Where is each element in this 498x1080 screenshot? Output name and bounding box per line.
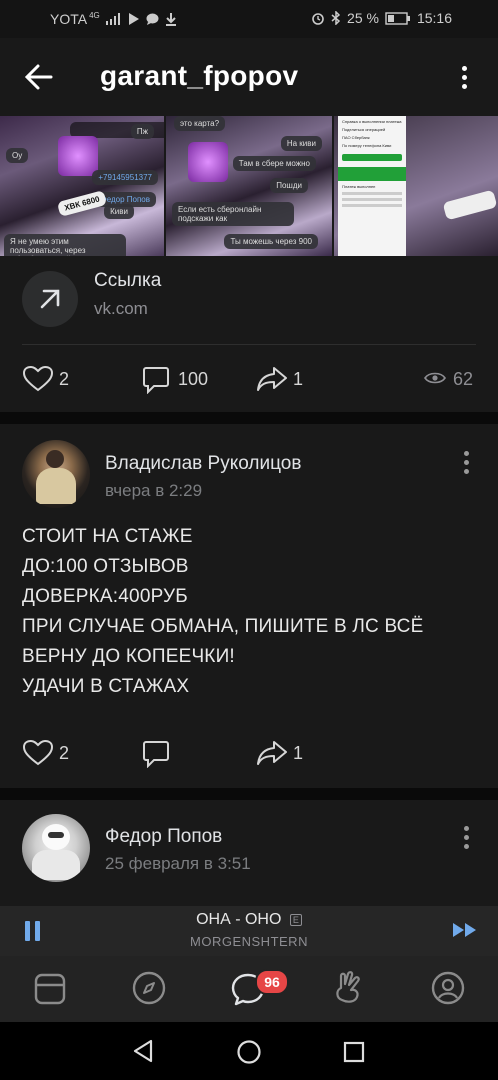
more-vertical-icon[interactable] xyxy=(462,66,468,93)
discover-tab-icon[interactable] xyxy=(132,971,166,1005)
arrow-up-right-icon xyxy=(40,289,60,309)
status-bar: YOTA 4G 25 % 15:16 xyxy=(0,0,498,38)
post-text-line: УДАЧИ В СТАЖАХ xyxy=(22,676,190,697)
post-text-line: ДОВЕРКА:400РУБ xyxy=(22,586,188,607)
gallery-image-2[interactable]: это карта? На киви Там в сбере можно Пош… xyxy=(166,116,332,256)
system-nav-bar xyxy=(0,1022,498,1080)
comment-icon[interactable] xyxy=(142,366,170,394)
receipt-row: Справка о выполнении платежа xyxy=(342,119,402,124)
views-icon xyxy=(424,372,446,384)
track-title: ОНА - ОНО xyxy=(196,911,282,928)
post-text: СТОИТ НА СТАЖЕ ДО:100 ОТЗЫВОВ ДОВЕРКА:40… xyxy=(22,522,424,702)
back-nav-icon[interactable] xyxy=(132,1039,154,1063)
chat-bubble: Там в сбере можно xyxy=(232,156,316,171)
clock: 15:16 xyxy=(416,10,452,26)
chat-bubble: Пошди xyxy=(270,178,308,193)
divider xyxy=(22,344,476,345)
audio-player[interactable]: ОНА - ОНО E MORGENSHTERN xyxy=(0,906,498,956)
play-store-icon xyxy=(128,13,139,25)
like-icon[interactable] xyxy=(23,740,53,766)
home-nav-icon[interactable] xyxy=(236,1039,262,1065)
receipt-row: По номеру телефона Киви xyxy=(342,143,392,148)
more-vertical-icon[interactable] xyxy=(464,826,470,853)
avatar[interactable] xyxy=(22,814,90,882)
signal-icon xyxy=(105,13,120,25)
status-right: 25 % 15:16 xyxy=(311,10,452,26)
alarm-icon xyxy=(312,13,324,25)
comment-icon[interactable] xyxy=(142,740,170,768)
profile-tab-icon[interactable] xyxy=(431,971,465,1005)
more-vertical-icon[interactable] xyxy=(464,451,470,478)
carrier-label: YOTA xyxy=(50,11,88,27)
bottom-tab-bar: 96 xyxy=(0,956,498,1022)
recents-nav-icon[interactable] xyxy=(343,1041,365,1063)
avatar[interactable] xyxy=(22,440,90,508)
post-date: 25 февраля в 3:51 xyxy=(105,854,251,873)
comments-count: 100 xyxy=(178,369,209,389)
post-text-line: ВЕРНУ ДО КОПЕЕЧКИ! xyxy=(22,646,235,667)
chat-bubble: На киви xyxy=(280,136,322,151)
shares-count: 1 xyxy=(293,743,304,763)
car-plate: ХВК 6800 xyxy=(56,190,108,217)
page-title: garant_fpopov xyxy=(100,60,299,91)
services-tab-icon[interactable] xyxy=(332,970,368,1006)
battery-percent: 25 % xyxy=(347,10,379,26)
shares-count: 1 xyxy=(293,369,304,389)
views-count: 62 xyxy=(453,369,474,389)
network-label: 4G xyxy=(89,10,100,20)
chat-bubble: +79145951377 xyxy=(92,170,158,185)
chat-notification-icon xyxy=(146,13,159,25)
post-text-line: ДО:100 ОТЗЫВОВ xyxy=(22,556,189,577)
post-text-line: СТОИТ НА СТАЖЕ xyxy=(22,526,193,547)
post-separator xyxy=(0,788,498,800)
post-date: вчера в 2:29 xyxy=(105,481,203,500)
receipt-row: Поделиться операцией xyxy=(342,127,386,132)
track-artist: MORGENSHTERN xyxy=(190,934,308,949)
badge-count: 96 xyxy=(264,974,280,990)
gallery-image-3[interactable]: Справка о выполнении платежа Поделиться … xyxy=(334,116,498,256)
link-domain: vk.com xyxy=(94,299,148,318)
receipt-row: ПАО Сбербанк xyxy=(342,135,370,140)
chat-bubble: Оу xyxy=(6,148,29,163)
receipt-row: Платеж выполнен xyxy=(342,184,376,189)
link-attachment-icon[interactable] xyxy=(22,271,78,327)
post-author[interactable]: Федор Попов xyxy=(105,826,222,848)
share-icon[interactable] xyxy=(256,366,288,392)
link-title[interactable]: Ссылка xyxy=(94,270,161,292)
chat-bubble: Киви xyxy=(104,204,134,219)
gallery-image-1[interactable]: Пж Оу +79145951377 Федор Попов Киви ХВК … xyxy=(0,116,164,256)
bluetooth-icon xyxy=(331,11,341,25)
post-separator xyxy=(0,412,498,424)
likes-count: 2 xyxy=(59,743,70,763)
car-plate xyxy=(442,189,498,221)
post-text-line: ПРИ СЛУЧАЕ ОБМАНА, ПИШИТЕ В ЛС ВСЁ xyxy=(22,616,424,637)
share-icon[interactable] xyxy=(256,740,288,766)
chat-bubble: Ты можешь через 900 xyxy=(224,234,318,249)
likes-count: 2 xyxy=(59,369,70,389)
track-info: ОНА - ОНО E MORGENSHTERN xyxy=(0,911,498,949)
chat-bubble: Если есть сберонлайн подскажи как xyxy=(172,202,294,226)
battery-icon xyxy=(385,11,410,25)
back-arrow-icon[interactable] xyxy=(24,63,54,91)
messages-badge: 96 xyxy=(255,969,289,995)
post-author[interactable]: Владислав Руколицов xyxy=(105,453,301,475)
chat-bubble: Пж xyxy=(130,124,154,139)
chat-bubble: Я не умею этим пользоваться, через Сберб… xyxy=(4,234,126,256)
like-icon[interactable] xyxy=(23,366,53,392)
explicit-badge: E xyxy=(289,913,302,926)
download-icon xyxy=(165,12,176,26)
chat-bubble: это карта? xyxy=(174,116,226,131)
next-track-icon[interactable] xyxy=(452,922,478,938)
news-tab-icon[interactable] xyxy=(34,973,66,1005)
status-left: YOTA 4G xyxy=(50,11,177,27)
